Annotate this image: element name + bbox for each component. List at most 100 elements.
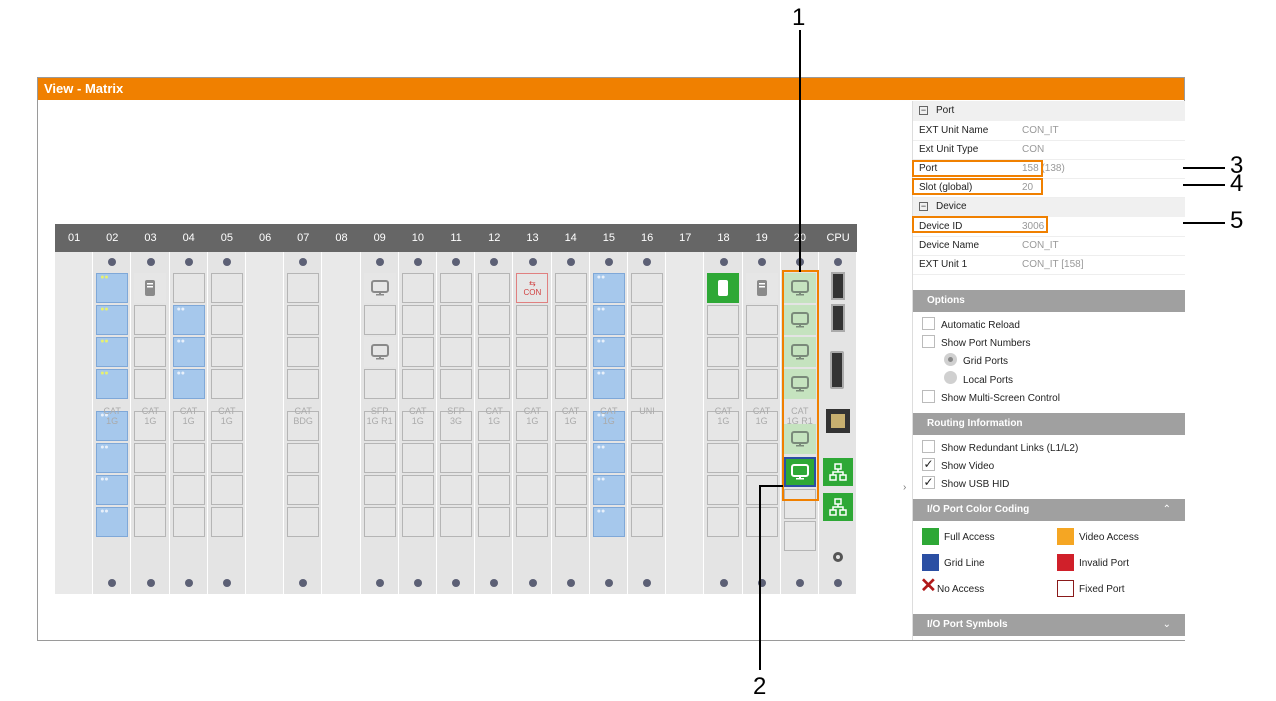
io-port[interactable] [592, 337, 625, 367]
io-port[interactable] [172, 337, 205, 367]
io-port[interactable] [363, 369, 396, 399]
monitor-icon[interactable] [363, 337, 396, 367]
io-port[interactable] [554, 475, 587, 505]
io-port[interactable] [707, 507, 740, 537]
io-port[interactable] [96, 369, 129, 399]
io-port[interactable] [401, 273, 434, 303]
port-section-header[interactable]: − Port [913, 101, 1185, 121]
automatic-reload-checkbox[interactable] [922, 317, 935, 330]
io-port[interactable] [96, 475, 129, 505]
io-port[interactable] [401, 369, 434, 399]
io-port[interactable] [401, 337, 434, 367]
io-port[interactable] [363, 443, 396, 473]
io-port[interactable] [516, 369, 549, 399]
computer-icon[interactable] [707, 273, 740, 303]
computer-icon[interactable] [745, 273, 778, 303]
io-port[interactable] [440, 443, 472, 473]
io-port[interactable] [96, 305, 129, 335]
io-port[interactable] [478, 273, 511, 303]
io-port[interactable] [745, 337, 778, 367]
ethernet-port-icon[interactable] [829, 272, 847, 300]
io-port[interactable] [210, 443, 243, 473]
io-port[interactable] [287, 443, 320, 473]
chevron-down-icon[interactable]: ⌄ [1163, 614, 1171, 636]
multi-screen-checkbox[interactable] [922, 390, 935, 403]
io-port[interactable] [554, 337, 587, 367]
io-port[interactable] [631, 443, 663, 473]
io-port[interactable] [554, 443, 587, 473]
io-port[interactable] [134, 475, 167, 505]
grid-ports-radio[interactable] [944, 353, 957, 366]
io-port[interactable] [287, 305, 320, 335]
io-port[interactable] [440, 337, 472, 367]
io-port[interactable] [592, 475, 625, 505]
io-port[interactable] [478, 337, 511, 367]
io-port[interactable] [401, 507, 434, 537]
io-port[interactable] [707, 369, 740, 399]
io-port[interactable] [287, 273, 320, 303]
io-port[interactable] [516, 507, 549, 537]
io-port[interactable] [631, 305, 663, 335]
io-port[interactable] [707, 305, 740, 335]
io-port[interactable] [210, 305, 243, 335]
io-port[interactable] [554, 273, 587, 303]
io-port[interactable] [592, 273, 625, 303]
show-port-numbers-checkbox[interactable] [922, 335, 935, 348]
io-port[interactable] [440, 305, 472, 335]
io-port[interactable] [554, 369, 587, 399]
io-port[interactable] [440, 475, 472, 505]
rj45-port-icon[interactable] [826, 409, 850, 433]
io-port[interactable] [516, 475, 549, 505]
io-port[interactable] [707, 443, 740, 473]
io-port[interactable] [554, 507, 587, 537]
io-port[interactable] [478, 443, 511, 473]
chevron-up-icon[interactable]: ⌃ [1163, 499, 1171, 521]
io-port[interactable] [134, 305, 167, 335]
io-port[interactable] [134, 507, 167, 537]
io-port[interactable] [172, 443, 205, 473]
io-port[interactable] [440, 369, 472, 399]
io-port[interactable] [172, 369, 205, 399]
io-port[interactable] [401, 443, 434, 473]
io-port[interactable] [631, 507, 663, 537]
io-port[interactable] [478, 507, 511, 537]
network-icon[interactable] [823, 458, 853, 486]
io-port[interactable] [172, 305, 205, 335]
io-port[interactable] [172, 475, 205, 505]
io-port[interactable] [478, 305, 511, 335]
io-port[interactable] [287, 369, 320, 399]
show-video-checkbox[interactable]: ✓ [922, 458, 935, 471]
io-port[interactable] [631, 273, 663, 303]
io-port[interactable] [96, 507, 129, 537]
io-port[interactable] [210, 507, 243, 537]
hdmi-port-icon[interactable] [830, 351, 844, 389]
io-port[interactable] [401, 475, 434, 505]
show-usb-checkbox[interactable]: ✓ [922, 476, 935, 489]
io-port[interactable] [134, 443, 167, 473]
io-port[interactable] [745, 507, 778, 537]
io-port[interactable] [631, 337, 663, 367]
io-port[interactable] [134, 369, 167, 399]
io-port[interactable] [707, 337, 740, 367]
io-port[interactable] [172, 507, 205, 537]
io-port[interactable] [783, 521, 816, 551]
io-port[interactable] [401, 305, 434, 335]
monitor-icon[interactable] [363, 273, 396, 303]
io-port[interactable] [745, 443, 778, 473]
color-coding-header[interactable]: I/O Port Color Coding ⌃ [913, 499, 1185, 521]
io-port[interactable] [210, 337, 243, 367]
io-port[interactable] [592, 443, 625, 473]
port-symbols-header[interactable]: I/O Port Symbols ⌄ [913, 614, 1185, 636]
io-port[interactable] [592, 305, 625, 335]
io-port[interactable] [745, 475, 778, 505]
io-port[interactable] [210, 475, 243, 505]
panel-toggle-icon[interactable]: › [903, 482, 906, 493]
redundant-links-checkbox[interactable] [922, 440, 935, 453]
io-port[interactable] [631, 475, 663, 505]
io-port[interactable] [96, 273, 129, 303]
io-port[interactable] [287, 475, 320, 505]
local-ports-radio[interactable] [944, 371, 957, 384]
io-port[interactable] [516, 443, 549, 473]
io-port[interactable] [363, 305, 396, 335]
io-port[interactable] [631, 369, 663, 399]
